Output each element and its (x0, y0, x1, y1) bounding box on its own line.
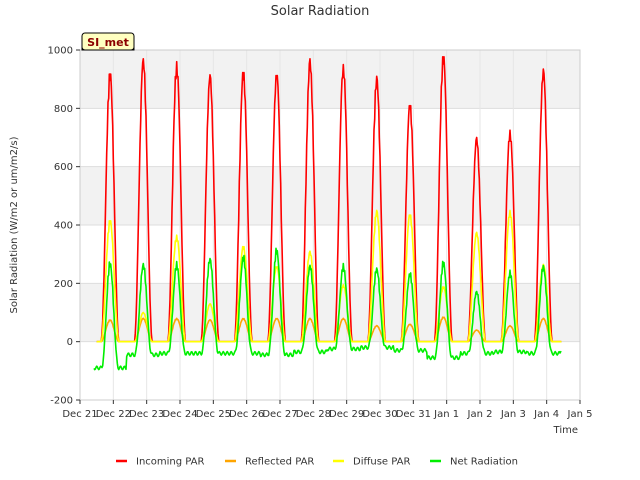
x-tick-label: Dec 27 (262, 409, 297, 420)
x-axis-label: Time (553, 425, 578, 436)
x-tick-label: Dec 22 (96, 409, 131, 420)
chart-title: Solar Radiation (271, 4, 370, 19)
legend-item: Net Radiation (430, 457, 518, 468)
x-tick-label: Dec 24 (162, 409, 197, 420)
x-tick-label: Jan 3 (500, 409, 526, 420)
y-tick-label: 800 (54, 104, 73, 115)
y-tick-label: 200 (54, 279, 73, 290)
legend: Incoming PAR Reflected PAR Diffuse PAR Net … (116, 457, 518, 468)
legend-label: Diffuse PAR (353, 457, 410, 468)
y-tick-label: 600 (54, 162, 73, 173)
solar-radiation-chart: Solar Radiation -200 0 200 400 600 800 1000 De… (9, 4, 592, 468)
legend-label: Reflected PAR (245, 457, 314, 468)
x-tick-label: Dec 26 (229, 409, 264, 420)
x-tick-label: Dec 21 (62, 409, 97, 420)
x-axis-ticks: Dec 21Dec 22Dec 23Dec 24Dec 25Dec 26Dec … (62, 400, 592, 420)
y-tick-label: 1000 (48, 46, 73, 57)
y-tick-label: 400 (54, 221, 73, 232)
y-tick-label: 0 (67, 337, 73, 348)
x-tick-label: Jan 1 (433, 409, 459, 420)
station-label: SI_met (87, 36, 129, 49)
x-tick-label: Jan 4 (533, 409, 559, 420)
legend-item: Reflected PAR (225, 457, 314, 468)
plot-band (80, 166, 580, 225)
x-tick-label: Dec 25 (196, 409, 231, 420)
station-badge: SI_met (81, 32, 135, 51)
y-tick-label: -200 (50, 396, 73, 407)
x-tick-label: Jan 5 (567, 409, 593, 420)
y-axis-ticks: -200 0 200 400 600 800 1000 (48, 46, 80, 407)
y-axis-label: Solar Radiation (W/m2 or um/m2/s) (9, 136, 20, 313)
legend-label: Net Radiation (450, 457, 518, 468)
x-tick-label: Dec 23 (129, 409, 164, 420)
x-tick-label: Jan 2 (467, 409, 493, 420)
x-tick-label: Dec 28 (296, 409, 331, 420)
legend-item: Incoming PAR (116, 457, 205, 468)
legend-label: Incoming PAR (136, 457, 205, 468)
x-tick-label: Dec 31 (396, 409, 431, 420)
x-tick-label: Dec 29 (329, 409, 364, 420)
plot-band (80, 50, 580, 109)
x-tick-label: Dec 30 (362, 409, 397, 420)
legend-item: Diffuse PAR (333, 457, 410, 468)
